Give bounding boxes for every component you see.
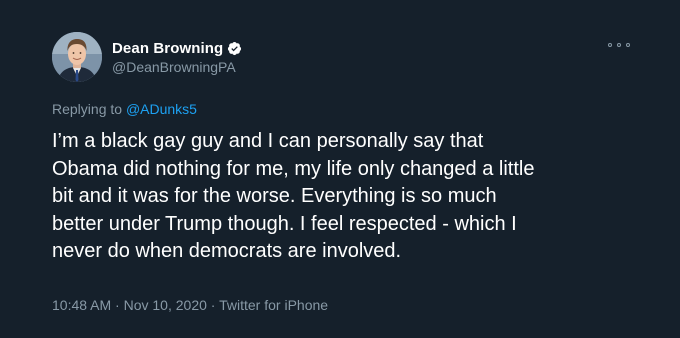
more-dot bbox=[626, 43, 630, 47]
author-handle[interactable]: @DeanBrowningPA bbox=[112, 59, 236, 75]
tweet-line: never do when democrats are involved. bbox=[52, 240, 402, 262]
tweet-time[interactable]: 10:48 AM bbox=[52, 297, 111, 313]
tweet-date[interactable]: Nov 10, 2020 bbox=[124, 297, 207, 313]
tweet-metadata: 10:48 AM · Nov 10, 2020 · Twitter for iP… bbox=[52, 297, 328, 313]
tweet-source[interactable]: Twitter for iPhone bbox=[219, 297, 328, 313]
more-options-icon[interactable] bbox=[608, 40, 630, 50]
tweet-text: I’m a black gay guy and I can personally… bbox=[52, 128, 642, 266]
author-name-row: Dean Browning bbox=[112, 38, 242, 58]
verified-badge-icon bbox=[228, 41, 242, 55]
more-dot bbox=[617, 43, 621, 47]
replying-to-prefix: Replying to bbox=[52, 101, 123, 117]
tweet-line: bit and it was for the worse. Everything… bbox=[52, 185, 497, 207]
tweet-card: Dean Browning @DeanBrowningPA Replying t… bbox=[0, 0, 680, 338]
meta-separator: · bbox=[210, 297, 216, 313]
avatar[interactable] bbox=[52, 32, 102, 82]
more-dot bbox=[608, 43, 612, 47]
author-display-name[interactable]: Dean Browning bbox=[112, 40, 223, 57]
meta-separator: · bbox=[115, 297, 120, 313]
tweet-line: I’m a black gay guy and I can personally… bbox=[52, 130, 484, 152]
replying-to: Replying to @ADunks5 bbox=[52, 101, 197, 117]
reply-target-link[interactable]: @ADunks5 bbox=[126, 101, 197, 117]
tweet-line: better under Trump though. I feel respec… bbox=[52, 212, 517, 235]
profile-photo bbox=[52, 32, 102, 82]
tweet-line: Obama did nothing for me, my life only c… bbox=[52, 157, 535, 180]
